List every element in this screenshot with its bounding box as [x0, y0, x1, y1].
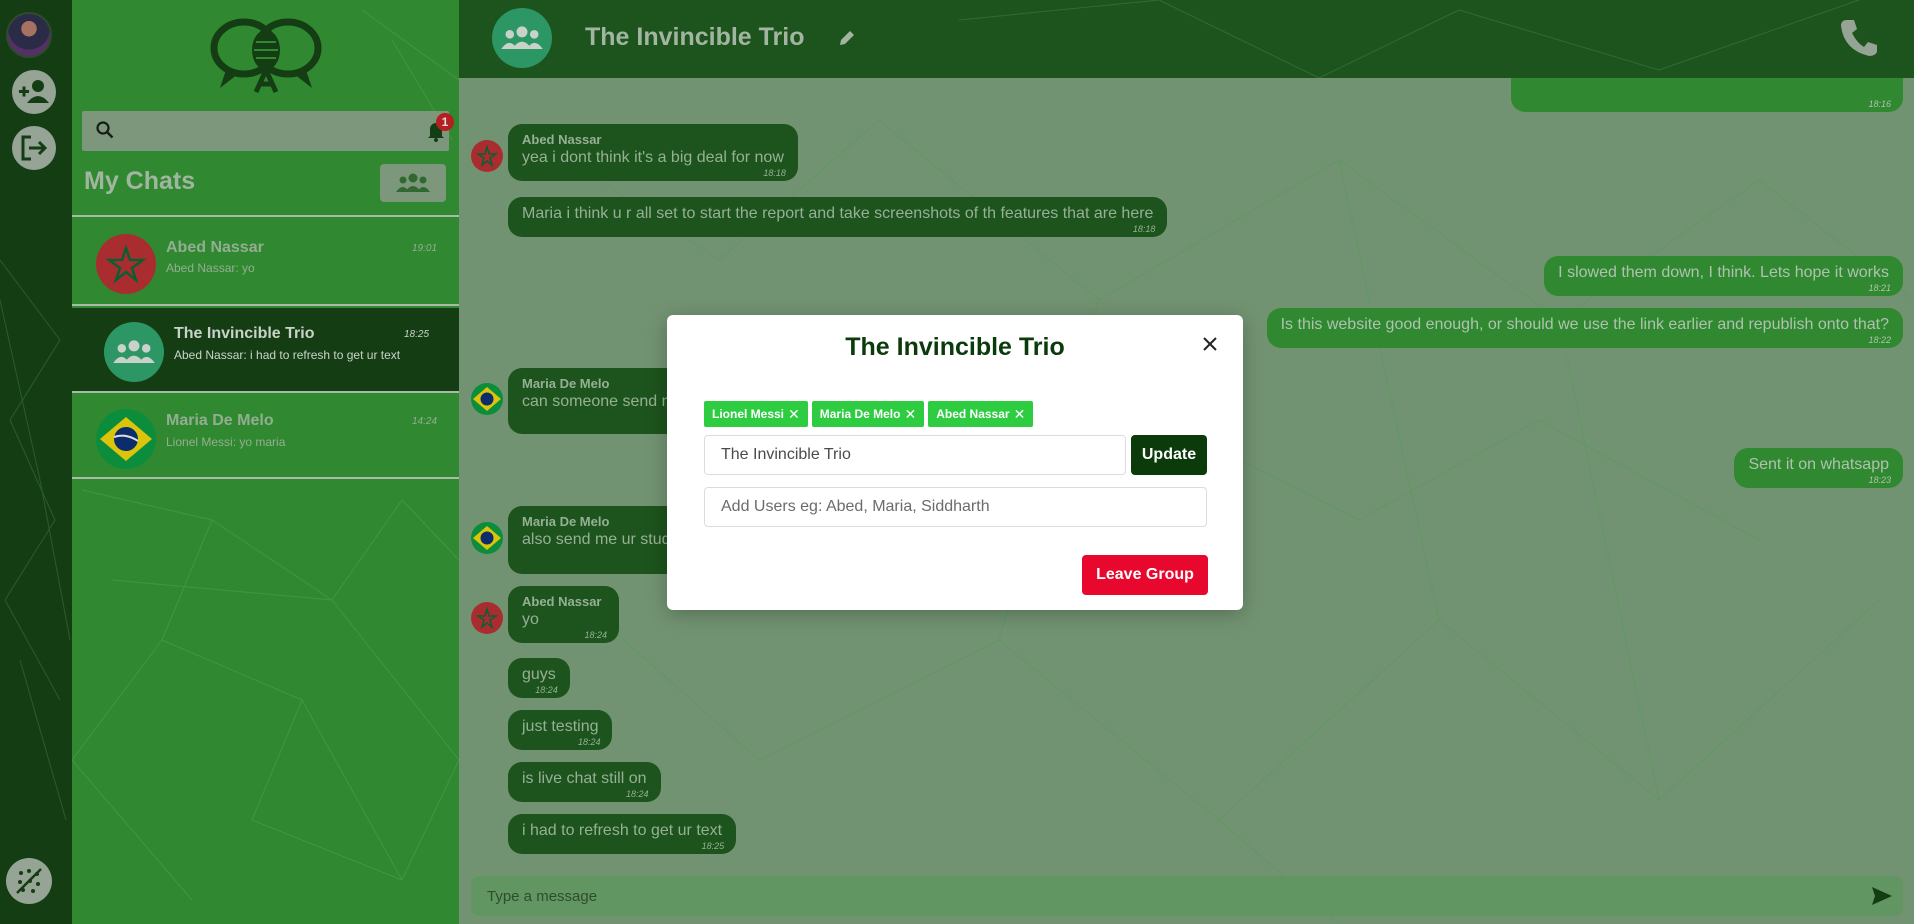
member-tags: Lionel Messi ✕ Maria De Melo ✕ Abed Nass… — [704, 401, 1034, 427]
remove-member-icon[interactable]: ✕ — [788, 407, 800, 421]
modal-title: The Invincible Trio — [845, 333, 1065, 361]
member-tag-label: Lionel Messi — [712, 407, 785, 421]
member-tag: Lionel Messi ✕ — [704, 401, 808, 427]
close-icon — [1203, 337, 1217, 351]
remove-member-icon[interactable]: ✕ — [1014, 407, 1026, 421]
update-group-modal: The Invincible Trio Lionel Messi ✕ Maria… — [667, 315, 1243, 610]
member-tag: Abed Nassar ✕ — [928, 401, 1034, 427]
add-users-input[interactable] — [704, 487, 1207, 527]
member-tag: Maria De Melo ✕ — [811, 401, 925, 427]
member-tag-label: Maria De Melo — [819, 407, 901, 421]
close-button[interactable] — [1195, 329, 1225, 359]
leave-group-button[interactable]: Leave Group — [1082, 555, 1208, 595]
group-name-input[interactable] — [704, 435, 1126, 475]
remove-member-icon[interactable]: ✕ — [904, 407, 916, 421]
member-tag-label: Abed Nassar — [936, 407, 1010, 421]
update-button[interactable]: Update — [1131, 435, 1207, 475]
